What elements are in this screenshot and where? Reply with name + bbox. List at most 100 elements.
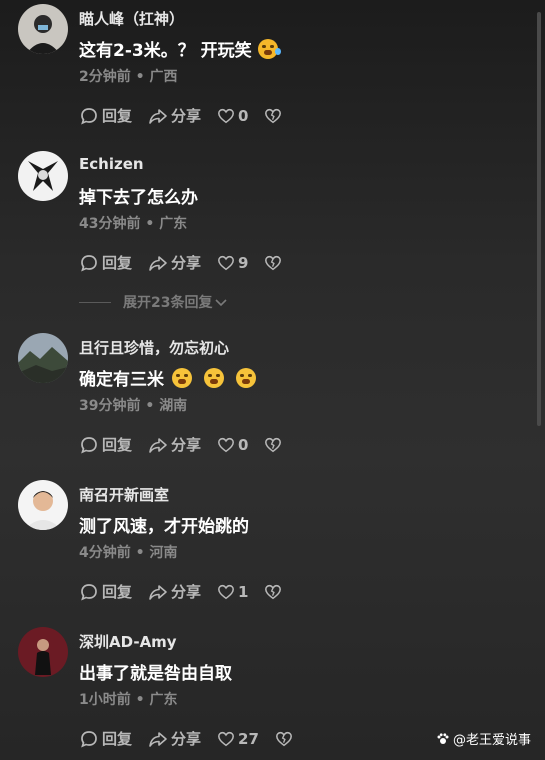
heart-icon: [218, 731, 234, 746]
reply-button[interactable]: 回复: [79, 728, 132, 749]
avatar[interactable]: [18, 480, 68, 530]
reply-button[interactable]: 回复: [79, 252, 132, 273]
like-button[interactable]: 0: [217, 107, 248, 125]
like-count: 0: [238, 106, 249, 125]
like-button[interactable]: 9: [217, 254, 248, 272]
comment-actions: 回复 分享 1: [79, 581, 285, 602]
reply-label: 回复: [102, 107, 133, 125]
comment-time: 1小时前: [79, 692, 131, 708]
broken-heart-icon: [265, 108, 282, 123]
share-button[interactable]: 分享: [148, 581, 201, 602]
comment-username[interactable]: 瞄人峰（扛神）: [79, 8, 184, 29]
comment-username[interactable]: 深圳AD-Amy: [79, 631, 177, 652]
dislike-button[interactable]: [264, 107, 285, 125]
surprised-emoji-icon: [172, 368, 192, 388]
comment-bubble-icon: [81, 730, 97, 748]
comment-time: 39分钟前: [79, 398, 141, 414]
comment-actions: 回复 分享 0: [79, 434, 285, 455]
broken-heart-icon: [265, 584, 282, 599]
like-count: 1: [238, 582, 249, 601]
comment-actions: 回复 分享 0: [79, 105, 285, 126]
meta-separator: •: [145, 398, 155, 414]
reply-button[interactable]: 回复: [79, 581, 132, 602]
heart-icon: [218, 108, 234, 123]
share-arrow-icon: [149, 437, 167, 453]
expand-replies-label: 展开23条回复: [123, 295, 213, 311]
comment-location: 广西: [149, 69, 178, 85]
expand-replies-button[interactable]: 展开23条回复: [79, 292, 228, 312]
reply-button[interactable]: 回复: [79, 434, 132, 455]
like-count: 0: [238, 435, 249, 454]
comment-location: 广东: [159, 216, 188, 232]
meta-separator: •: [135, 545, 145, 561]
comment-meta: 43分钟前 • 广东: [79, 213, 187, 233]
share-arrow-icon: [149, 255, 167, 271]
like-count: 27: [238, 729, 259, 748]
comment-bubble-icon: [81, 107, 97, 125]
comment-bubble-icon: [81, 254, 97, 272]
reply-label: 回复: [102, 583, 133, 601]
avatar[interactable]: [18, 627, 68, 677]
comment-actions: 回复 分享 27: [79, 728, 296, 749]
heart-icon: [218, 437, 234, 452]
broken-heart-icon: [265, 437, 282, 452]
reply-label: 回复: [102, 436, 133, 454]
share-label: 分享: [171, 730, 202, 748]
reply-button[interactable]: 回复: [79, 105, 132, 126]
comment-text: 出事了就是咎由自取: [79, 664, 232, 684]
like-button[interactable]: 27: [217, 730, 259, 748]
dislike-button[interactable]: [264, 254, 285, 272]
like-count: 9: [238, 253, 249, 272]
comment-text: 这有2-3米。？ 开玩笑: [79, 36, 281, 61]
dislike-button[interactable]: [264, 436, 285, 454]
meta-separator: •: [135, 692, 145, 708]
comment-time: 43分钟前: [79, 216, 141, 232]
dislike-button[interactable]: [264, 583, 285, 601]
like-button[interactable]: 1: [217, 583, 248, 601]
share-arrow-icon: [149, 584, 167, 600]
surprised-emoji-icon: [204, 368, 224, 388]
comment-username[interactable]: Echizen: [79, 155, 144, 173]
reply-label: 回复: [102, 730, 133, 748]
avatar[interactable]: [18, 151, 68, 201]
comment-location: 河南: [149, 545, 178, 561]
avatar[interactable]: [18, 4, 68, 54]
comment-meta: 2分钟前 • 广西: [79, 66, 177, 86]
comment-text: 掉下去了怎么办: [79, 188, 198, 208]
scrollbar[interactable]: [537, 12, 541, 426]
surprised-emoji-icon: [236, 368, 256, 388]
comment-text: 确定有三米: [79, 365, 256, 390]
share-arrow-icon: [149, 731, 167, 747]
heart-icon: [218, 255, 234, 270]
comment-text: 测了风速，才开始跳的: [79, 517, 249, 537]
comment-location: 广东: [149, 692, 178, 708]
share-arrow-icon: [149, 108, 167, 124]
broken-heart-icon: [265, 255, 282, 270]
comment-bubble-icon: [81, 583, 97, 601]
share-button[interactable]: 分享: [148, 728, 201, 749]
dislike-button[interactable]: [275, 730, 296, 748]
share-button[interactable]: 分享: [148, 105, 201, 126]
watermark-text: @老王爱说事: [452, 733, 531, 748]
share-button[interactable]: 分享: [148, 434, 201, 455]
comment-actions: 回复 分享 9: [79, 252, 285, 273]
comments-panel: 瞄人峰（扛神） 这有2-3米。？ 开玩笑 2分钟前 • 广西 回复 分享 0 E…: [0, 0, 545, 760]
comment-meta: 1小时前 • 广东: [79, 689, 177, 709]
heart-icon: [218, 584, 234, 599]
comment-username[interactable]: 南召开新画室: [79, 484, 169, 505]
comment-time: 2分钟前: [79, 69, 131, 85]
broken-heart-icon: [275, 731, 292, 746]
reply-label: 回复: [102, 254, 133, 272]
avatar[interactable]: [18, 333, 68, 383]
like-button[interactable]: 0: [217, 436, 248, 454]
share-label: 分享: [171, 583, 202, 601]
chevron-down-icon: [215, 299, 228, 307]
meta-separator: •: [135, 69, 145, 85]
comment-meta: 39分钟前 • 湖南: [79, 395, 187, 415]
share-label: 分享: [171, 436, 202, 454]
comment-username[interactable]: 且行且珍惜，勿忘初心: [79, 337, 229, 358]
share-label: 分享: [171, 107, 202, 125]
share-button[interactable]: 分享: [148, 252, 201, 273]
laughing-crying-emoji-icon: [257, 39, 281, 59]
comment-location: 湖南: [159, 398, 188, 414]
